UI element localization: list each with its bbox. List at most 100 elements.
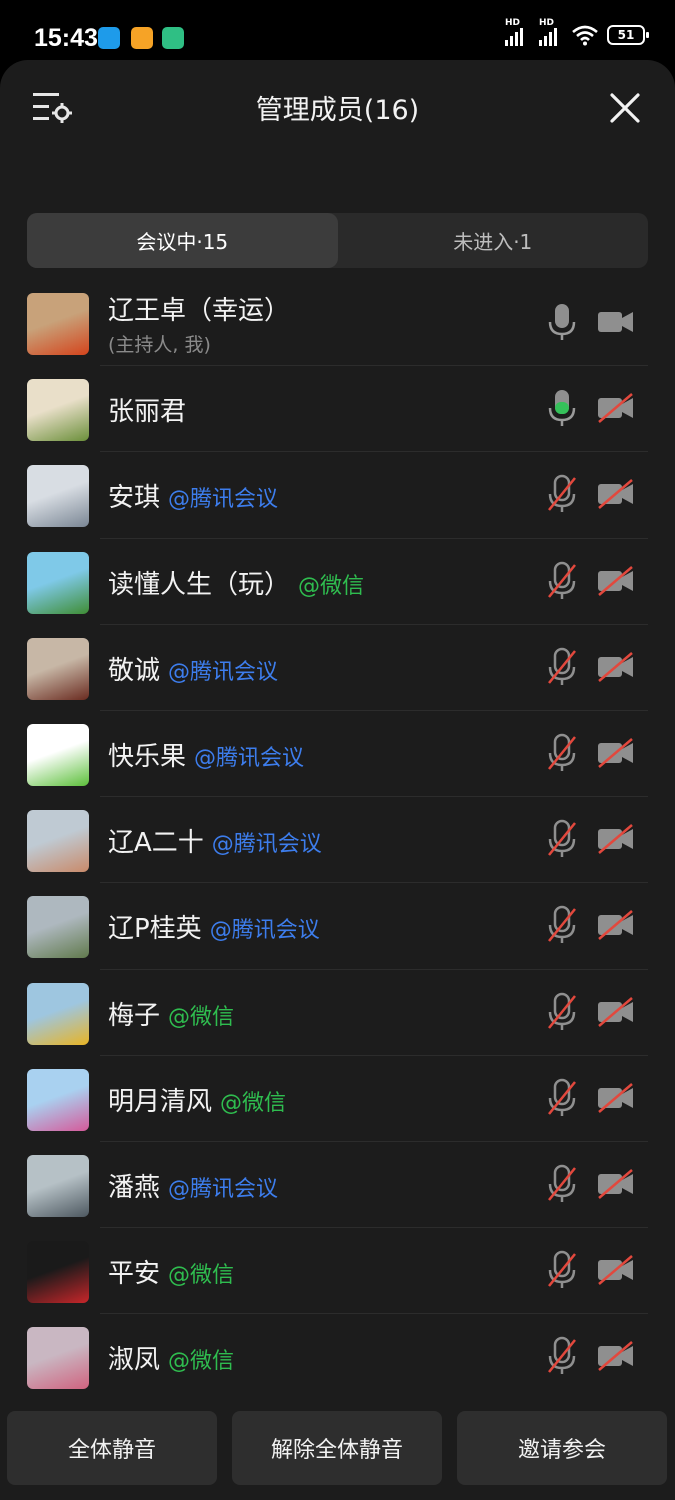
camera-off-icon[interactable] — [596, 1082, 636, 1114]
member-role: (主持人, 我) — [108, 334, 211, 356]
camera-off-icon[interactable] — [596, 651, 636, 683]
security-app-icon — [162, 27, 184, 49]
member-name: 读懂人生（玩） @微信 — [108, 564, 364, 601]
mic-muted-icon[interactable] — [545, 905, 579, 945]
mic-muted-icon[interactable] — [545, 474, 579, 514]
camera-off-icon[interactable] — [596, 909, 636, 941]
mute-all-button[interactable]: 全体静音 — [7, 1411, 217, 1485]
member-source: @腾讯会议 — [168, 1176, 279, 1202]
mic-muted-icon[interactable] — [545, 1078, 579, 1118]
member-row[interactable]: 明月清风 @微信 — [0, 1056, 675, 1143]
status-time: 15:43 — [34, 24, 98, 52]
camera-off-icon[interactable] — [596, 1168, 636, 1200]
member-row[interactable]: 张丽君 — [0, 366, 675, 453]
member-row[interactable]: 敬诚 @腾讯会议 — [0, 625, 675, 712]
avatar — [27, 1241, 89, 1304]
member-name-text: 明月清风 — [108, 1086, 213, 1117]
mic-muted-icon[interactable] — [545, 647, 579, 687]
battery-icon: 51 — [607, 25, 649, 45]
avatar — [27, 379, 89, 442]
member-name-text: 潘燕 — [108, 1172, 161, 1203]
member-row[interactable]: 梅子 @微信 — [0, 970, 675, 1056]
member-source: @腾讯会议 — [168, 487, 279, 513]
member-row[interactable]: 辽P桂英 @腾讯会议 — [0, 883, 675, 970]
mic-muted-icon[interactable] — [545, 1164, 579, 1204]
member-name-text: 平安 — [108, 1259, 161, 1290]
member-name: 淑凤 @微信 — [108, 1339, 234, 1376]
camera-off-icon[interactable] — [596, 823, 636, 855]
member-name-text: 张丽君 — [108, 397, 187, 428]
member-name-text: 读懂人生（玩） — [108, 569, 291, 600]
member-row[interactable]: 潘燕 @腾讯会议 — [0, 1142, 675, 1229]
camera-off-icon[interactable] — [596, 392, 636, 424]
member-name: 辽王卓（幸运） — [108, 290, 290, 327]
avatar — [27, 982, 89, 1045]
avatar — [27, 896, 89, 959]
avatar — [27, 723, 89, 786]
page-title: 管理成员(16) — [255, 95, 420, 126]
member-name: 辽P桂英 @腾讯会议 — [108, 908, 320, 945]
mic-muted-icon[interactable] — [545, 819, 579, 859]
member-row[interactable]: 淑凤 @微信 — [0, 1314, 675, 1401]
member-name: 安琪 @腾讯会议 — [108, 477, 278, 514]
member-source: @微信 — [168, 1004, 235, 1030]
wifi-icon — [572, 25, 598, 46]
camera-off-icon[interactable] — [596, 1340, 636, 1372]
member-row[interactable]: 安琪 @腾讯会议 — [0, 452, 675, 539]
member-name: 潘燕 @腾讯会议 — [108, 1167, 278, 1204]
member-name: 明月清风 @微信 — [108, 1081, 286, 1118]
member-name-text: 敬诚 — [108, 655, 161, 686]
notes-app-icon — [131, 27, 153, 49]
cloud-app-icon — [98, 27, 120, 49]
member-row[interactable]: 读懂人生（玩） @微信 — [0, 539, 675, 625]
camera-off-icon[interactable] — [596, 737, 636, 769]
mic-muted-icon[interactable] — [545, 561, 579, 601]
avatar — [27, 637, 89, 700]
member-name: 梅子 @微信 — [108, 995, 234, 1032]
member-row[interactable]: 辽A二十 @腾讯会议 — [0, 797, 675, 884]
member-name-text: 辽P桂英 — [108, 914, 202, 945]
member-name: 敬诚 @腾讯会议 — [108, 650, 278, 687]
tab-not-joined[interactable]: 未进入·1 — [338, 213, 649, 268]
member-source: @腾讯会议 — [209, 918, 320, 944]
camera-off-icon[interactable] — [596, 478, 636, 510]
member-name: 张丽君 — [108, 391, 186, 428]
member-name-text: 安琪 — [108, 483, 161, 514]
member-row[interactable]: 平安 @微信 — [0, 1228, 675, 1315]
avatar — [27, 1327, 89, 1390]
mic-muted-icon[interactable] — [545, 733, 579, 773]
tab-in-meeting[interactable]: 会议中·15 — [27, 213, 338, 268]
mic-muted-icon[interactable] — [545, 1250, 579, 1290]
member-panel: 管理成员(16) 会议中·15 未进入·1 辽王卓（幸运） (主持人, 我) 张丽君… — [0, 60, 675, 1500]
member-tabs: 会议中·15 未进入·1 — [27, 213, 648, 268]
member-name-text: 辽王卓（幸运） — [108, 296, 291, 326]
member-name-text: 快乐果 — [108, 741, 187, 772]
status-bar: 15:43 HD HD 51 — [0, 0, 675, 68]
member-source: @微信 — [298, 573, 365, 599]
microphone-icon[interactable] — [545, 302, 579, 342]
camera-icon[interactable] — [596, 306, 636, 338]
avatar — [27, 1154, 89, 1217]
member-name: 快乐果 @腾讯会议 — [108, 736, 304, 773]
signal-icon: HD — [505, 18, 523, 46]
member-row[interactable]: 快乐果 @腾讯会议 — [0, 711, 675, 798]
member-source: @腾讯会议 — [168, 659, 279, 685]
camera-off-icon[interactable] — [596, 1254, 636, 1286]
member-row[interactable]: 辽王卓（幸运） (主持人, 我) — [0, 280, 675, 367]
invite-button[interactable]: 邀请参会 — [457, 1411, 667, 1485]
member-name: 辽A二十 @腾讯会议 — [108, 822, 322, 859]
camera-off-icon[interactable] — [596, 565, 636, 597]
avatar — [27, 465, 89, 528]
microphone-icon[interactable] — [545, 388, 579, 428]
mic-muted-icon[interactable] — [545, 992, 579, 1032]
member-name-text: 辽A二十 — [108, 828, 204, 859]
bottom-action-bar: 全体静音 解除全体静音 邀请参会 — [0, 1395, 675, 1500]
member-list: 辽王卓（幸运） (主持人, 我) 张丽君 安琪 @腾讯会议 读懂人生（玩） @微信 敬诚 @腾讯… — [0, 280, 675, 1401]
member-name-text: 淑凤 — [108, 1345, 161, 1376]
mic-muted-icon[interactable] — [545, 1336, 579, 1376]
camera-off-icon[interactable] — [596, 996, 636, 1028]
unmute-all-button[interactable]: 解除全体静音 — [232, 1411, 442, 1485]
avatar — [27, 551, 89, 614]
close-icon[interactable] — [609, 92, 641, 124]
member-source: @微信 — [220, 1090, 287, 1116]
